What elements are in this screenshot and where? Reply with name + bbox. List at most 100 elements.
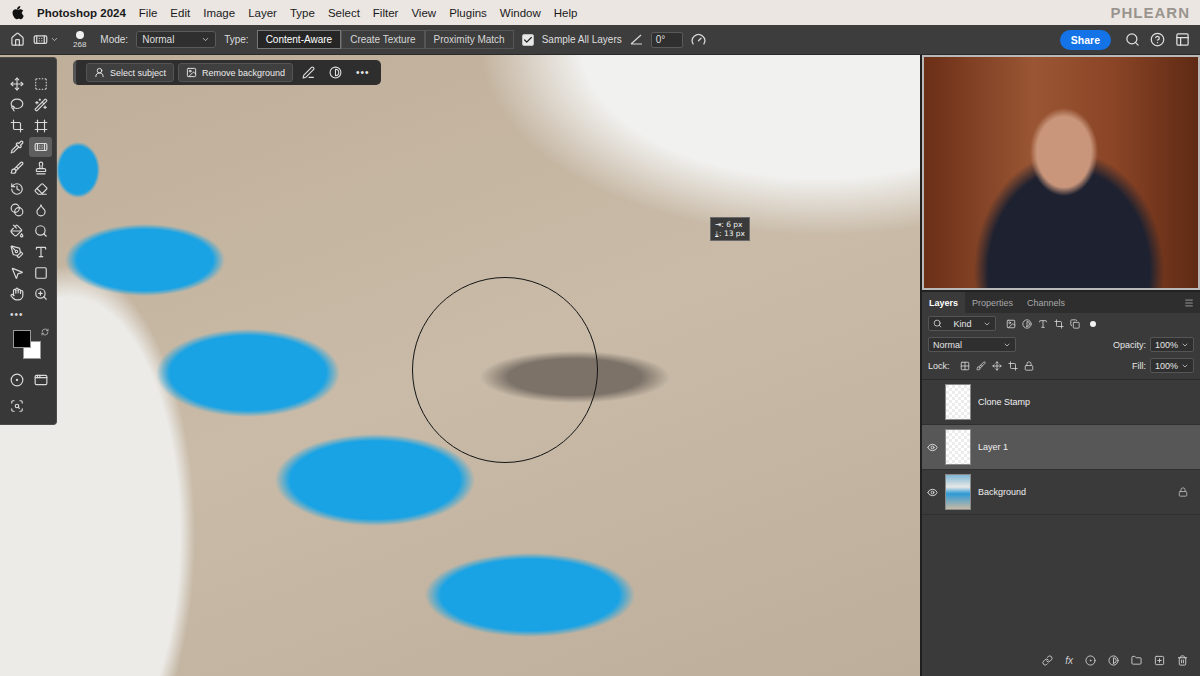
- tool-button[interactable]: [29, 74, 52, 94]
- workspace-icon[interactable]: [1175, 32, 1190, 47]
- layer-row[interactable]: Background: [922, 470, 1200, 515]
- tool-button[interactable]: [5, 284, 28, 304]
- tool-button[interactable]: [5, 242, 28, 262]
- panel-menu-icon[interactable]: [1184, 298, 1194, 308]
- mode-select[interactable]: Normal: [136, 31, 216, 48]
- angle-field[interactable]: 0°: [651, 32, 683, 48]
- menu-item[interactable]: Select: [328, 7, 360, 19]
- menu-item[interactable]: Edit: [170, 7, 190, 19]
- toolbar: •••: [0, 57, 57, 425]
- menu-item[interactable]: Layer: [248, 7, 277, 19]
- search-icon[interactable]: [1125, 32, 1140, 47]
- tool-button[interactable]: [29, 221, 52, 241]
- home-icon[interactable]: [10, 32, 25, 47]
- tool-button[interactable]: [29, 158, 52, 178]
- swap-colors-icon[interactable]: [41, 328, 49, 336]
- menu-item[interactable]: Plugins: [449, 7, 487, 19]
- tool-button[interactable]: [29, 370, 52, 390]
- menu-item[interactable]: Window: [500, 7, 541, 19]
- tool-button[interactable]: [29, 242, 52, 262]
- tool-button[interactable]: [5, 116, 28, 136]
- app-menu[interactable]: Photoshop 2024: [37, 7, 126, 19]
- pressure-icon[interactable]: [691, 32, 706, 47]
- menu-item[interactable]: File: [139, 7, 158, 19]
- menu-item[interactable]: Image: [203, 7, 235, 19]
- tool-button[interactable]: [5, 370, 28, 390]
- visibility-toggle[interactable]: [922, 487, 942, 498]
- trash-icon[interactable]: [1177, 655, 1188, 666]
- lock-position-icon[interactable]: [992, 361, 1002, 371]
- menu-item[interactable]: Filter: [373, 7, 399, 19]
- select-subject-button[interactable]: Select subject: [86, 63, 174, 82]
- layers-footer: fx: [922, 650, 1200, 676]
- pixel-filter-icon[interactable]: [1006, 319, 1016, 329]
- tool-button[interactable]: [5, 263, 28, 283]
- brush-size-picker[interactable]: 268: [73, 31, 86, 49]
- edit-toolbar-button[interactable]: •••: [5, 305, 24, 320]
- more-button[interactable]: •••: [351, 67, 375, 78]
- tool-button[interactable]: [29, 200, 52, 220]
- canvas-photo[interactable]: ••• Select subjectRemove background ••• ⇥: …: [0, 55, 920, 676]
- folder-icon[interactable]: [1131, 655, 1142, 666]
- shape-icon[interactable]: [302, 66, 315, 79]
- help-icon[interactable]: [1150, 32, 1165, 47]
- tool-button[interactable]: [29, 137, 52, 157]
- sample-all-layers-checkbox[interactable]: [522, 34, 534, 46]
- adjustment-icon[interactable]: [329, 66, 342, 79]
- panel-tab[interactable]: Properties: [965, 292, 1020, 313]
- blend-mode-select[interactable]: Normal: [928, 337, 1016, 352]
- layer-style-button[interactable]: fx: [1065, 655, 1073, 666]
- tool-button[interactable]: [5, 137, 28, 157]
- tool-button[interactable]: [29, 284, 52, 304]
- chevron-down-icon: [1181, 362, 1189, 370]
- measure-line: ⇥: 6 px: [715, 220, 745, 229]
- type-option[interactable]: Create Texture: [341, 30, 424, 49]
- menu-item[interactable]: Type: [290, 7, 315, 19]
- tool-button[interactable]: [5, 396, 28, 416]
- menu-item[interactable]: Help: [554, 7, 578, 19]
- tool-button[interactable]: [29, 179, 52, 199]
- visibility-toggle[interactable]: [922, 442, 942, 453]
- type-option[interactable]: Content-Aware: [257, 30, 342, 49]
- menu-item[interactable]: View: [411, 7, 436, 19]
- tool-preset-picker[interactable]: [33, 32, 59, 47]
- share-button[interactable]: Share: [1060, 30, 1111, 50]
- lock-artboard-icon[interactable]: [1008, 361, 1018, 371]
- tool-button[interactable]: [5, 95, 28, 115]
- layer-thumbnail: [945, 384, 971, 420]
- type-filter-icon[interactable]: [1038, 319, 1048, 329]
- fill-field[interactable]: 100%: [1150, 358, 1194, 373]
- apple-logo-icon[interactable]: [12, 6, 24, 20]
- filter-select[interactable]: Kind: [928, 316, 996, 331]
- tool-button[interactable]: [29, 263, 52, 283]
- adjustment-layer-icon[interactable]: [1108, 655, 1119, 666]
- link-icon[interactable]: [1042, 655, 1053, 666]
- panel-tab[interactable]: Layers: [922, 292, 965, 313]
- mask-icon[interactable]: [1085, 655, 1096, 666]
- panel-tab[interactable]: Channels: [1020, 292, 1072, 313]
- layer-row[interactable]: Clone Stamp: [922, 380, 1200, 425]
- type-option[interactable]: Proximity Match: [425, 30, 514, 49]
- crop-tool-icon: [10, 119, 24, 133]
- opacity-field[interactable]: 100%: [1150, 337, 1194, 352]
- remove-background-button[interactable]: Remove background: [178, 63, 293, 82]
- tool-button[interactable]: [29, 95, 52, 115]
- layer-row[interactable]: Layer 1: [922, 425, 1200, 470]
- tool-button[interactable]: [5, 158, 28, 178]
- tool-button[interactable]: [5, 221, 28, 241]
- tool-button[interactable]: [5, 200, 28, 220]
- filter-toggle[interactable]: [1090, 321, 1096, 327]
- lock-transparency-icon[interactable]: [960, 361, 970, 371]
- shape-filter-icon[interactable]: [1054, 319, 1064, 329]
- lock-all-icon[interactable]: [1024, 361, 1034, 371]
- lock-pixels-icon[interactable]: [976, 361, 986, 371]
- tool-button[interactable]: [5, 179, 28, 199]
- tool-button[interactable]: [29, 116, 52, 136]
- foreground-color[interactable]: [13, 330, 31, 348]
- tool-button[interactable]: [5, 74, 28, 94]
- smart-object-filter-icon[interactable]: [1070, 319, 1080, 329]
- lock-icon[interactable]: [1178, 487, 1188, 497]
- new-layer-icon[interactable]: [1154, 655, 1165, 666]
- adjustment-filter-icon[interactable]: [1022, 319, 1032, 329]
- image-icon: [186, 67, 197, 78]
